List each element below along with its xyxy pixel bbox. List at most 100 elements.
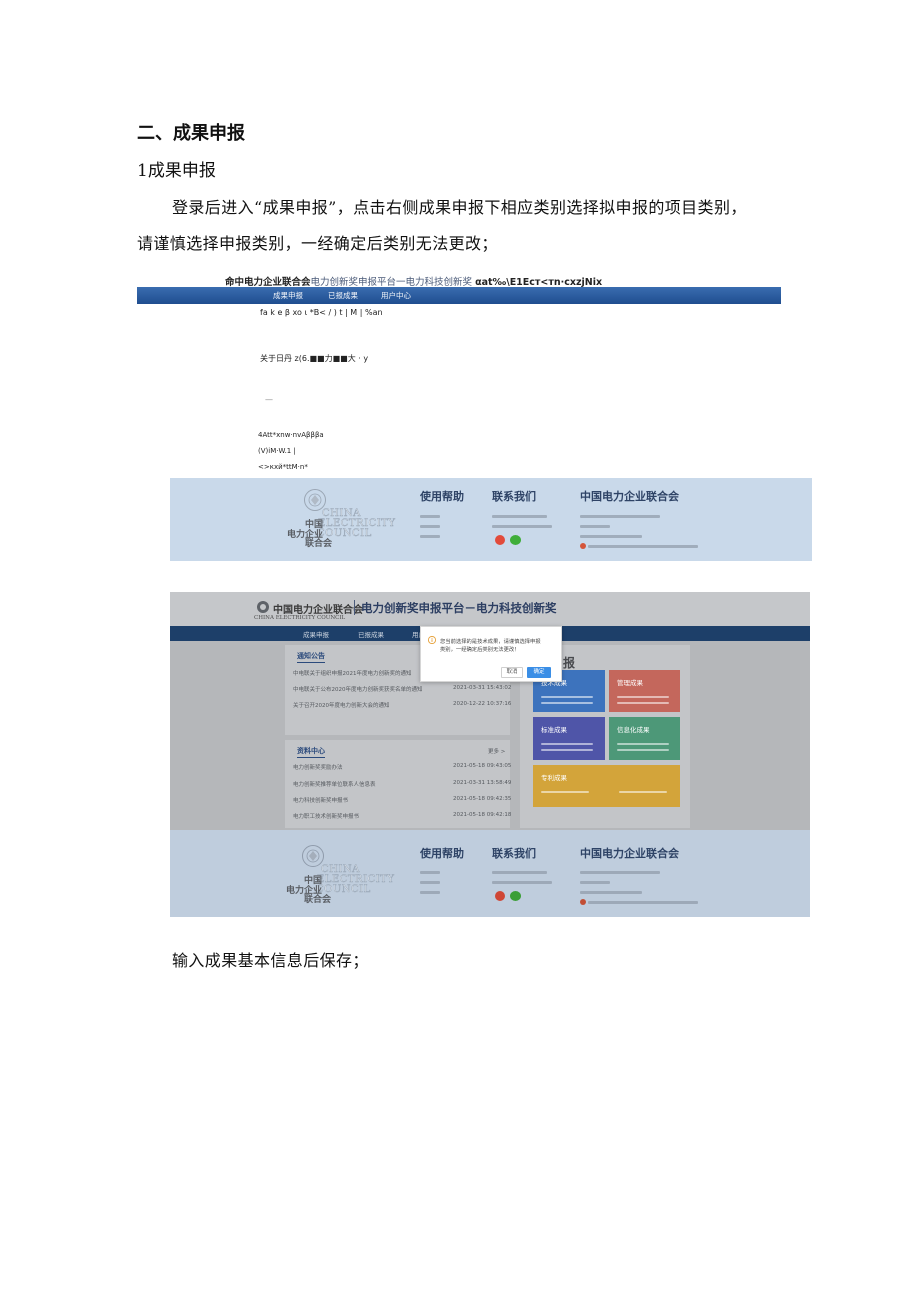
content-line[interactable]: <>кхй*ttM·n* [258, 463, 308, 471]
tile-label: 管理成果 [617, 679, 643, 687]
title-underline [297, 662, 325, 663]
help-link[interactable] [420, 891, 440, 894]
content-line: — [265, 395, 273, 404]
footer-org-title: 中国电力企业联合会 [580, 490, 679, 503]
tile-patent[interactable]: 专利成果 [533, 765, 680, 807]
org-icp-line[interactable] [588, 545, 698, 548]
site-title-bar: 命中电力企业联合会电力创新奖申报平台一电力科技创新奖 αat‰\E1Eст<тn… [225, 274, 602, 288]
site-header: 中国电力企业联合会 CHINA ELECTRICITY COUNCIL 电力创新… [170, 592, 810, 626]
nav-item-submitted[interactable]: 已报成果 [358, 629, 384, 639]
tile-label: 专利成果 [541, 774, 567, 782]
contact-line [492, 871, 547, 874]
footer-org-title: 中国电力企业联合会 [580, 847, 679, 860]
tile-standard[interactable]: 标准成果 [533, 717, 605, 760]
tile-informatization[interactable]: 信息化成果 [609, 717, 680, 760]
org-postcode-line [580, 525, 610, 528]
help-link[interactable] [420, 515, 440, 518]
section-heading: 二、成果申报 [137, 123, 245, 144]
more-link[interactable]: 更多 > [488, 747, 505, 755]
weibo-icon[interactable] [495, 891, 505, 901]
content-line: fa k e β xo ι *B< / ) t | M | %an [260, 308, 383, 317]
resource-date: 2021-05-18 09:43:05 [453, 763, 512, 769]
tile-date-line [617, 702, 669, 704]
site-name-en: CHINA ELECTRICITY COUNCIL [254, 615, 346, 621]
notice-item[interactable]: 中电联关于组织申报2021年度电力创新奖的通知 [293, 669, 412, 677]
help-link[interactable] [420, 525, 440, 528]
police-badge-icon [580, 899, 586, 905]
nav-item-submit[interactable]: 成果申报 [273, 290, 303, 301]
tile-management[interactable]: 管理成果 [609, 670, 680, 712]
header-divider [354, 600, 355, 615]
resource-date: 2021-05-18 09:42:35 [453, 796, 512, 802]
confirm-button[interactable]: 确定 [527, 667, 551, 678]
org-postcode-line [580, 881, 610, 884]
content-line[interactable]: 关于日丹 z(6.■■力■■大 · y [260, 353, 368, 364]
intro-line-2: 请谨慎选择申报类别，一经确定后类别无法更改； [137, 234, 498, 253]
site-name: 中国电力企业联合会 [273, 605, 363, 616]
footer-help-title: 使用帮助 [420, 847, 464, 860]
tile-date-line [617, 743, 669, 745]
footer-help-title: 使用帮助 [420, 490, 464, 503]
help-link[interactable] [420, 871, 440, 874]
site-footer: CHINA ELECTRICITY COUNCIL 中国 电力企业 联合会 使用… [170, 830, 810, 917]
resource-item[interactable]: 电力创新奖奖励办法 [293, 763, 343, 771]
confirm-dialog: 您当前选择的是技术成果，请谨慎选择申报 类别，一经确定后类别无法更改！ 取消 确… [420, 626, 562, 682]
cancel-button[interactable]: 取消 [501, 667, 523, 678]
wechat-icon[interactable] [510, 535, 521, 545]
site-footer: CHINA ELECTRICITY COUNCIL 中国 电力企业 联合会 使用… [170, 478, 812, 561]
tile-date-line [541, 749, 593, 751]
tile-date-line [617, 696, 669, 698]
weibo-icon[interactable] [495, 535, 505, 545]
title-underline [297, 757, 325, 758]
cec-logo-icon [257, 601, 269, 613]
content-line[interactable]: 4Att*xnw·nvAβββa [258, 431, 324, 439]
resource-item[interactable]: 电力职工技术创新奖申报书 [293, 812, 359, 820]
closing-instruction: 输入成果基本信息后保存； [172, 951, 369, 970]
resource-panel: 资料中心 更多 > 电力创新奖奖励办法 2021-05-18 09:43:05 … [285, 740, 512, 828]
main-nav: 成果申报 已报成果 用户中心 [137, 287, 781, 304]
resource-item[interactable]: 电力科技创新奖申报书 [293, 796, 348, 804]
org-copyright-line [580, 535, 642, 538]
nav-item-user-center[interactable]: 用户中心 [381, 290, 411, 301]
nav-item-submit[interactable]: 成果申报 [303, 629, 329, 639]
notice-item[interactable]: 中电联关于公布2020年度电力创新奖获奖名单的通知 [293, 685, 423, 693]
tile-date-line [541, 743, 593, 745]
contact-line [492, 525, 552, 528]
notice-item[interactable]: 关于召开2020年度电力创新大会的通知 [293, 701, 390, 709]
org-address-line [580, 515, 660, 518]
subsection-heading: 1成果申报 [137, 161, 216, 181]
resource-date: 2021-05-18 09:42:18 [453, 812, 512, 818]
screenshot-category-dialog: 中国电力企业联合会 CHINA ELECTRICITY COUNCIL 电力创新… [170, 592, 810, 917]
police-badge-icon [580, 543, 586, 549]
notice-title: 通知公告 [297, 652, 325, 660]
footer-contact-title: 联系我们 [492, 490, 536, 503]
logo-text-cn: 联合会 [304, 895, 332, 905]
intro-line-1: 登录后进入“成果申报”，点击右侧成果申报下相应类别选择拟申报的项目类别， [172, 198, 747, 217]
content-line[interactable]: (V)iM·W.1 | [258, 447, 296, 455]
dialog-message: 类别，一经确定后类别无法更改！ [440, 647, 520, 653]
contact-line [492, 515, 547, 518]
tile-date-line [541, 696, 593, 698]
contact-line [492, 881, 552, 884]
platform-title: 电力创新奖申报平台－电力科技创新奖 [361, 601, 557, 615]
tile-date-line [541, 702, 593, 704]
resource-item[interactable]: 电力创新奖推荐单位联系人信息表 [293, 780, 376, 788]
resource-title: 资料中心 [297, 747, 325, 755]
resource-date: 2021-03-31 13:58:49 [453, 780, 512, 786]
notice-date: 2020-12-22 10:37:16 [453, 701, 512, 707]
logo-text-cn: 联合会 [305, 539, 333, 549]
footer-contact-title: 联系我们 [492, 847, 536, 860]
org-address-line [580, 871, 660, 874]
nav-item-submitted[interactable]: 已报成果 [328, 290, 358, 301]
dialog-message: 您当前选择的是技术成果，请谨慎选择申报 [440, 639, 541, 645]
wechat-icon[interactable] [510, 891, 521, 901]
tile-label: 信息化成果 [617, 726, 650, 734]
org-icp-line[interactable] [588, 901, 698, 904]
tile-date-line [619, 791, 667, 793]
screenshot-login-page: 命中电力企业联合会电力创新奖申报平台一电力科技创新奖 αat‰\E1Eст<тn… [137, 270, 781, 475]
tile-date-line [541, 791, 589, 793]
info-icon [428, 636, 436, 644]
help-link[interactable] [420, 535, 440, 538]
help-link[interactable] [420, 881, 440, 884]
tile-date-line [617, 749, 669, 751]
